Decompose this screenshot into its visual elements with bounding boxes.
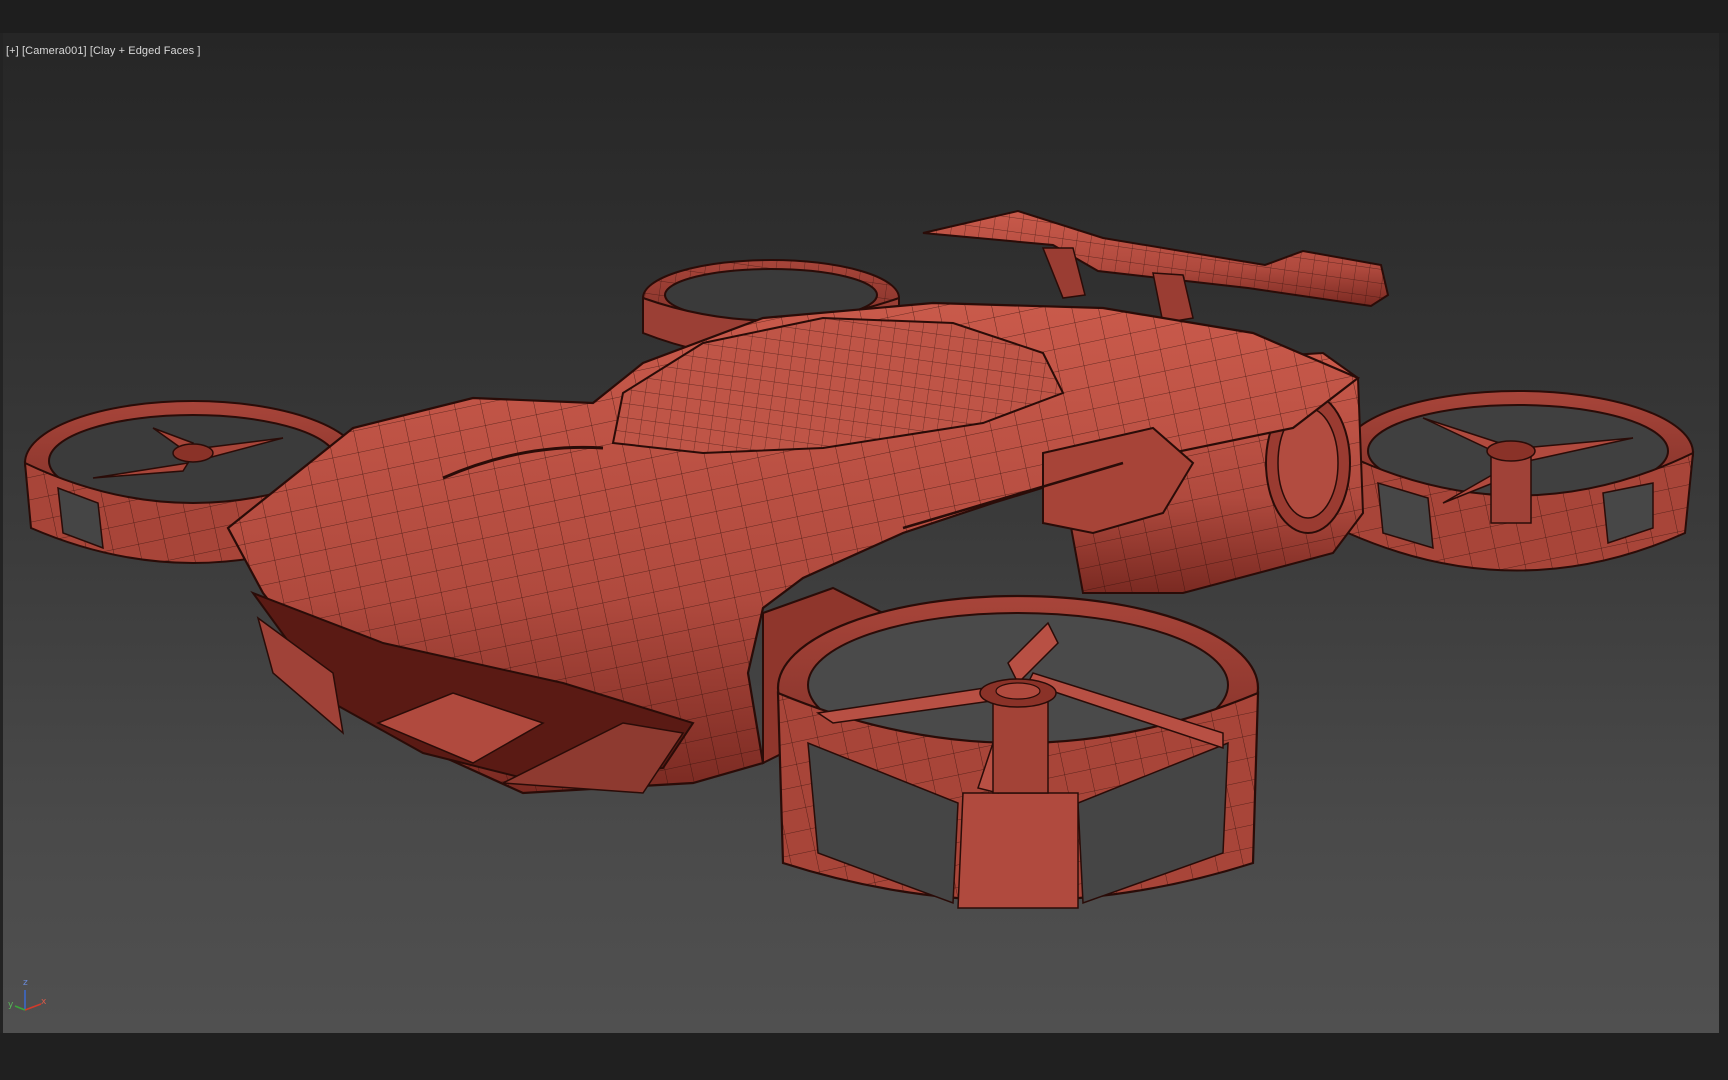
right-fan — [1341, 390, 1695, 572]
axis-z-label: z — [23, 978, 28, 988]
top-bar — [0, 0, 1728, 33]
bottom-bar — [0, 1033, 1728, 1080]
axis-gizmo: z x y — [7, 978, 51, 1020]
viewport-camera001[interactable]: [+] [Camera001] [Clay + Edged Faces ] z … — [3, 33, 1719, 1033]
front-fan — [776, 594, 1260, 909]
right-panel-edge — [1719, 33, 1728, 1033]
flying-car-model[interactable] — [3, 33, 1719, 1033]
axis-x-label: x — [41, 997, 47, 1007]
axis-y-label: y — [8, 1000, 14, 1010]
